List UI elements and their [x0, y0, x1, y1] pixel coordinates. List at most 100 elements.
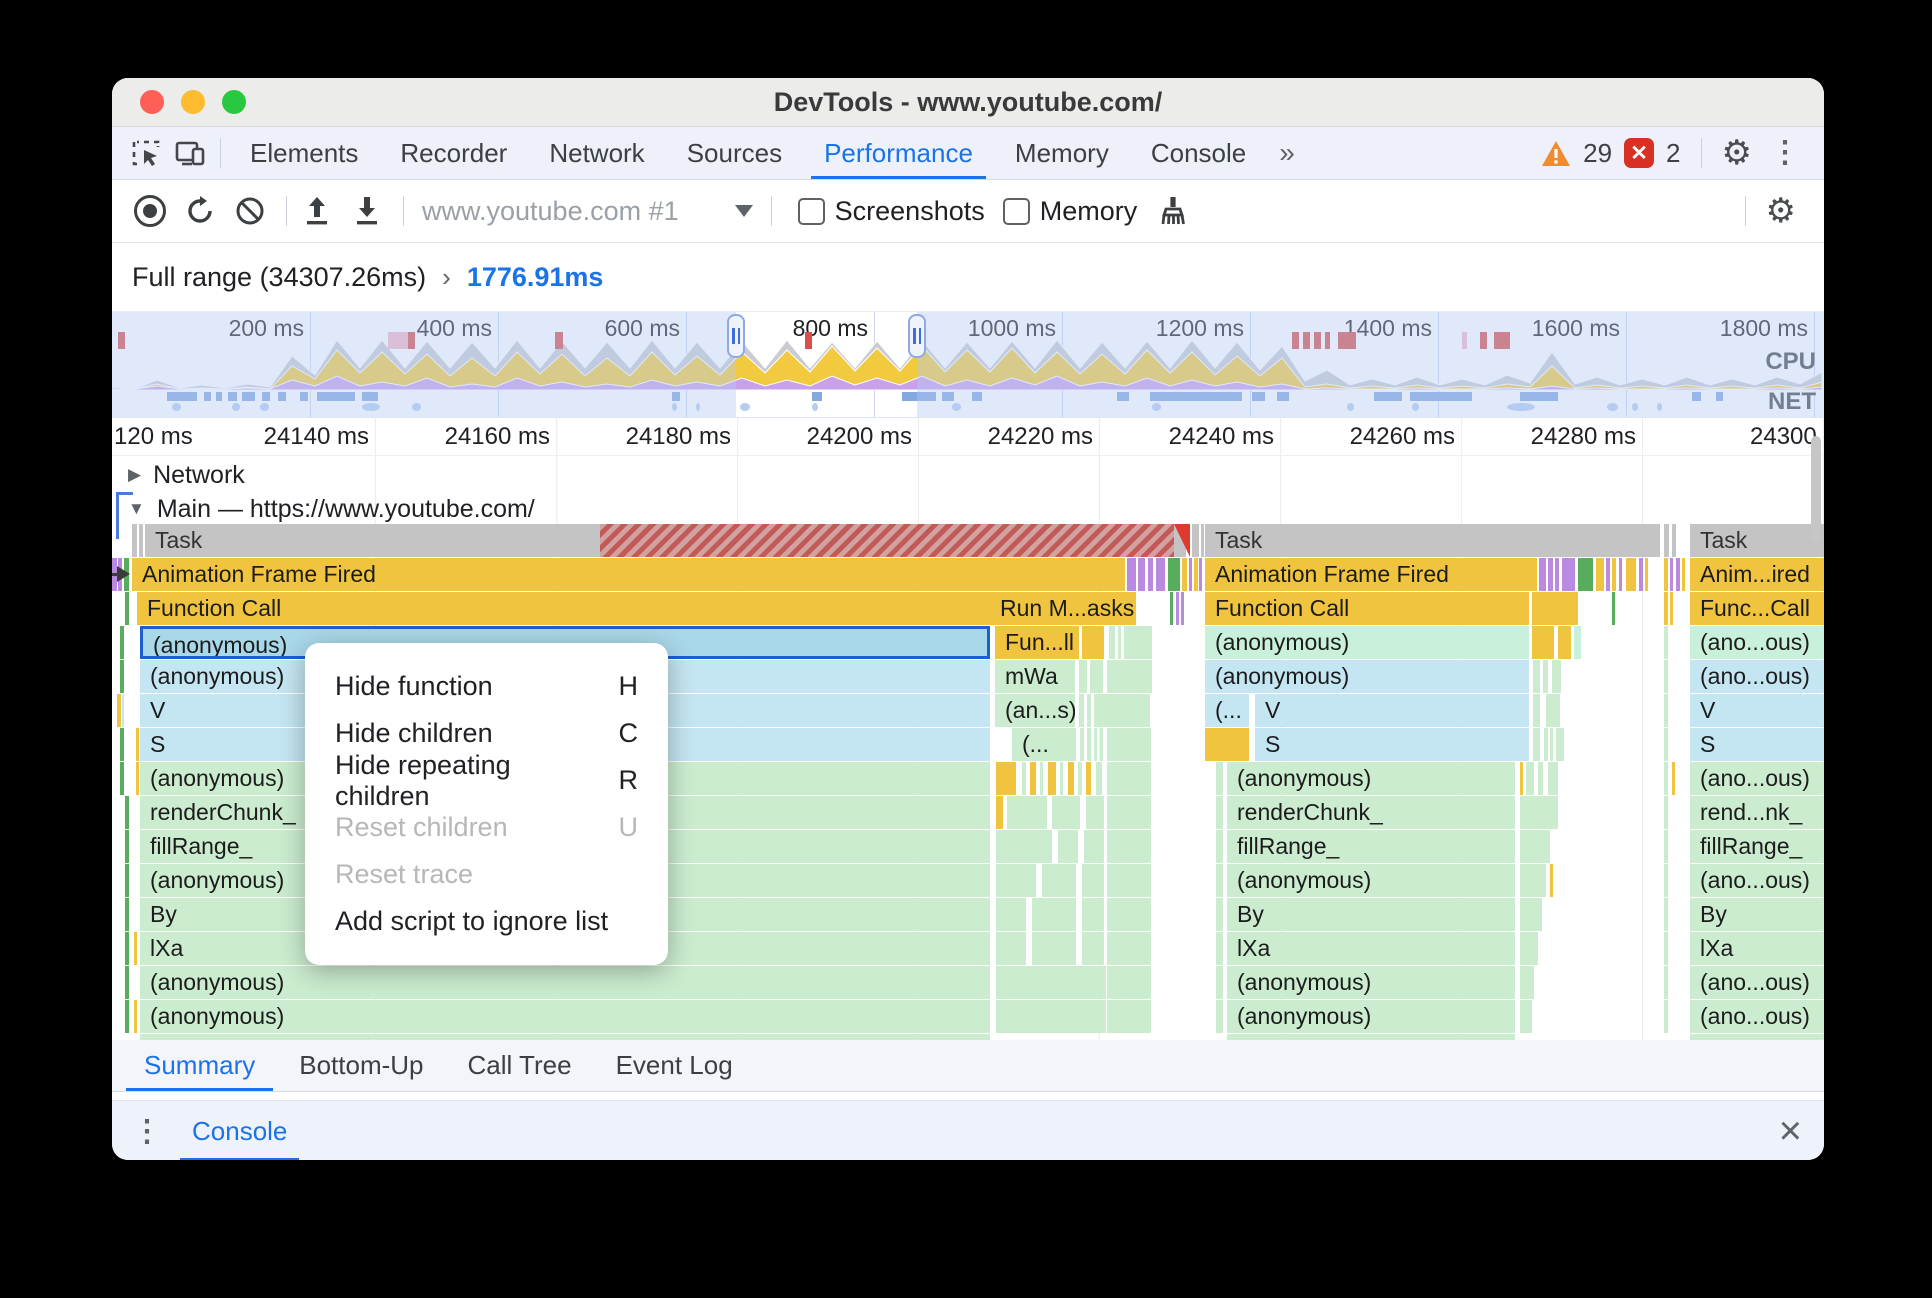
flame-block[interactable]	[1606, 558, 1610, 591]
flame-block[interactable]	[1168, 558, 1180, 591]
flame-block[interactable]	[1520, 966, 1534, 999]
tab-console[interactable]: Console	[1130, 127, 1267, 179]
flame-block[interactable]	[1227, 1034, 1515, 1040]
flame-block-anonymous[interactable]: (anonymous)	[1205, 626, 1529, 659]
customize-menu-icon[interactable]: ⋮	[1764, 138, 1806, 168]
record-button[interactable]	[128, 189, 172, 233]
collapsed-arrow-icon[interactable]: ▶	[128, 465, 141, 485]
flame-block[interactable]	[996, 898, 1026, 931]
flame-block[interactable]	[1664, 558, 1668, 591]
flame-block[interactable]	[1107, 966, 1151, 999]
flame-block[interactable]	[120, 660, 124, 693]
flame-block[interactable]	[1060, 762, 1063, 795]
flame-block-anonymous[interactable]: (anonymous)	[140, 966, 990, 999]
flame-block[interactable]	[1030, 762, 1036, 795]
flame-block[interactable]	[1078, 762, 1082, 795]
flame-block[interactable]	[132, 524, 137, 557]
error-icon[interactable]: ✕	[1624, 138, 1655, 168]
tab-elements[interactable]: Elements	[229, 127, 379, 179]
flame-block[interactable]	[120, 626, 124, 659]
flame-block-task[interactable]: Task	[1205, 524, 1660, 557]
flame-block-fillrange[interactable]: fillRange_	[1690, 830, 1824, 863]
flame-block[interactable]	[1087, 694, 1091, 727]
flame-block-function-call[interactable]: Function Call	[1205, 592, 1529, 625]
flame-block[interactable]	[1672, 524, 1676, 557]
flame-block[interactable]	[1664, 524, 1669, 557]
close-window-button[interactable]	[140, 90, 164, 114]
flame-block[interactable]	[1645, 558, 1648, 591]
flame-block[interactable]	[996, 796, 1003, 829]
flame-block[interactable]	[1682, 558, 1685, 591]
flame-block[interactable]	[1578, 558, 1593, 591]
flame-block[interactable]	[1216, 796, 1223, 829]
flame-block[interactable]	[1094, 728, 1097, 761]
history-select[interactable]: www.youtube.com #1	[422, 196, 753, 227]
download-profile-icon[interactable]	[345, 189, 389, 233]
flame-block[interactable]	[1107, 660, 1152, 693]
close-drawer-icon[interactable]: ×	[1779, 1111, 1802, 1151]
flame-block[interactable]	[1127, 558, 1136, 591]
flame-block-ano-ous[interactable]: (ano...ous)	[1690, 966, 1824, 999]
vertical-scrollbar-thumb[interactable]	[1811, 436, 1821, 541]
flame-block[interactable]	[136, 728, 139, 761]
flame-block[interactable]	[1079, 694, 1084, 727]
flame-block[interactable]	[117, 694, 121, 727]
device-toolbar-icon[interactable]	[168, 133, 212, 173]
flame-block[interactable]	[1552, 660, 1561, 693]
flame-block[interactable]	[125, 592, 129, 625]
flame-block[interactable]	[1107, 898, 1151, 931]
flame-block[interactable]	[1148, 558, 1153, 591]
flame-block[interactable]	[1526, 762, 1534, 795]
flame-block[interactable]	[1520, 898, 1542, 931]
flame-block[interactable]	[1032, 898, 1076, 931]
flame-block-renderchunk[interactable]: renderChunk_	[1227, 796, 1515, 829]
drawer-menu-icon[interactable]: ⋮	[112, 1114, 178, 1149]
flame-block[interactable]	[1676, 558, 1680, 591]
flame-block[interactable]	[1189, 558, 1192, 591]
flame-block-v[interactable]: V	[1255, 694, 1529, 727]
flame-block-anonymous[interactable]: (anonymous)	[1227, 966, 1515, 999]
flame-block[interactable]	[1082, 898, 1104, 931]
flame-block[interactable]	[1082, 932, 1104, 965]
flame-block-by[interactable]: By	[1227, 898, 1515, 931]
flame-block[interactable]	[1084, 830, 1104, 863]
reload-and-record-button[interactable]	[178, 189, 222, 233]
flame-block-lxa[interactable]: lXa	[1690, 932, 1824, 965]
flame-block[interactable]	[134, 932, 137, 965]
flame-block[interactable]	[125, 830, 129, 863]
flame-block[interactable]	[1690, 1034, 1824, 1040]
flame-block[interactable]	[1096, 762, 1102, 795]
network-track-header[interactable]: ▶ Network	[112, 456, 1824, 494]
flame-block-ano-ous[interactable]: (ano...ous)	[1690, 1000, 1824, 1033]
flame-block[interactable]	[1520, 796, 1558, 829]
flame-block[interactable]	[1216, 932, 1223, 965]
flame-block-an-s[interactable]: (an...s)	[995, 694, 1075, 727]
menu-item-reset-trace[interactable]: Reset trace	[305, 851, 668, 898]
tab-event-log[interactable]: Event Log	[594, 1040, 755, 1091]
memory-checkbox[interactable]	[1002, 197, 1030, 225]
flame-block[interactable]	[1664, 966, 1668, 999]
flame-block[interactable]	[1124, 626, 1152, 659]
flame-block-ano-ous[interactable]: (ano...ous)	[1690, 660, 1824, 693]
flame-block[interactable]	[1086, 762, 1091, 795]
flame-block-ano-ous[interactable]: (ano...ous)	[1690, 626, 1824, 659]
flame-block-animation-frame-fired[interactable]: Animation Frame Fired	[1205, 558, 1537, 591]
capture-settings-gear-icon[interactable]: ⚙	[1766, 194, 1796, 228]
flame-block[interactable]	[1107, 864, 1151, 897]
flame-block[interactable]	[1022, 762, 1026, 795]
flame-block[interactable]	[1079, 660, 1087, 693]
flame-block[interactable]	[1192, 524, 1199, 557]
flame-block-rend-nk[interactable]: rend...nk_	[1690, 796, 1824, 829]
flame-block[interactable]	[125, 966, 129, 999]
flame-block[interactable]	[996, 1000, 1106, 1033]
flame-block[interactable]	[1216, 864, 1223, 897]
tab-sources[interactable]: Sources	[666, 127, 803, 179]
flame-block[interactable]	[1612, 592, 1615, 625]
inspect-element-icon[interactable]	[124, 133, 168, 173]
flame-block[interactable]	[996, 830, 1052, 863]
flame-block-run-m-asks[interactable]: Run M...asks	[990, 592, 1136, 625]
tab-call-tree[interactable]: Call Tree	[446, 1040, 594, 1091]
flame-block[interactable]	[1199, 558, 1202, 591]
zoom-window-button[interactable]	[222, 90, 246, 114]
flame-block[interactable]	[1532, 626, 1554, 659]
